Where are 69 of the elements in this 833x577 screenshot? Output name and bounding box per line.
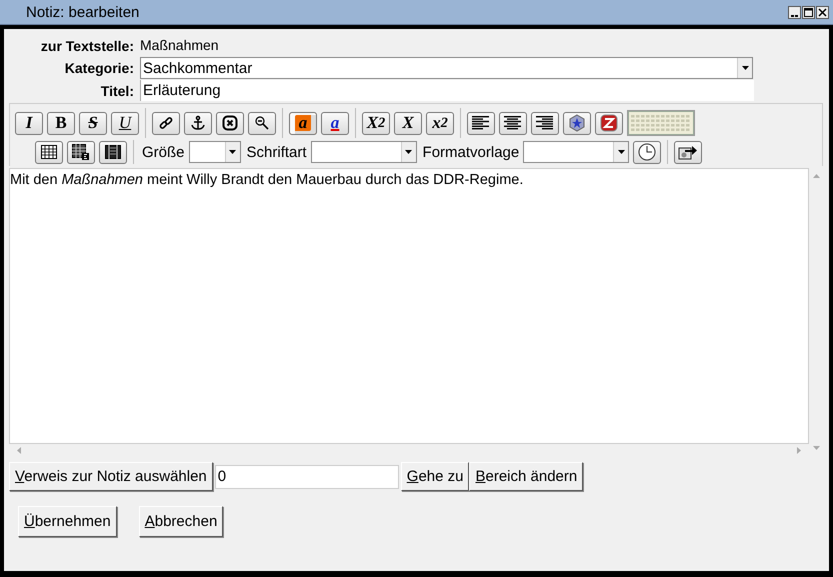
scroll-left-icon	[17, 446, 21, 454]
reference-field[interactable]: 0	[214, 464, 399, 488]
title-field[interactable]: Erläuterung	[140, 80, 754, 101]
size-label: Größe	[142, 144, 185, 160]
format-button[interactable]: a	[289, 112, 317, 134]
clock-button[interactable]	[633, 140, 662, 164]
toolbar-button[interactable]	[216, 112, 244, 134]
apply-button[interactable]: Übernehmen	[18, 506, 117, 537]
letter-badge-icon	[600, 114, 618, 132]
minimize-icon	[791, 14, 798, 16]
format-button[interactable]: B	[47, 112, 75, 134]
format-button[interactable]: a	[321, 112, 349, 134]
field-label: Kategorie:	[64, 60, 134, 76]
maximize-icon	[804, 8, 813, 17]
close-button[interactable]	[816, 6, 829, 19]
scroll-right-icon	[797, 446, 801, 454]
format-button[interactable]: X	[394, 112, 422, 134]
star-badge-icon	[568, 114, 586, 132]
table-button[interactable]	[35, 140, 63, 164]
scroll-down-icon	[812, 446, 820, 450]
dropdown-arrow-icon	[618, 150, 625, 154]
export-button[interactable]	[674, 140, 702, 164]
toolbar-button[interactable]	[531, 112, 559, 134]
field-label: Titel:	[100, 82, 134, 98]
change-range-button[interactable]: Bereich ändern	[469, 462, 584, 491]
field-label: zur Textstelle:	[40, 38, 134, 54]
align-left-icon	[472, 116, 490, 130]
table-button[interactable]	[99, 140, 127, 164]
close-icon	[222, 115, 238, 131]
minimize-button[interactable]	[788, 6, 801, 19]
cancel-button[interactable]: Abbrechen	[138, 506, 224, 537]
format-button[interactable]: I	[15, 112, 43, 134]
window-title: Notiz: bearbeiten	[26, 4, 140, 20]
link-icon	[158, 115, 174, 131]
export-icon	[678, 144, 698, 160]
toolbar-button[interactable]	[248, 112, 276, 134]
note-text: Mit den Maßnahmen meint Willy Brandt den Mauerbau durch das DDR-Regime.	[10, 172, 524, 188]
dropdown-arrow-icon	[229, 150, 236, 154]
select-reference-button[interactable]: Verweis zur Notiz auswählen	[9, 462, 213, 491]
align-right-icon	[536, 116, 554, 130]
goto-button[interactable]: Gehe zu	[400, 462, 470, 491]
table-button[interactable]	[67, 140, 95, 164]
format-button[interactable]: U	[111, 112, 139, 134]
font-dropdown[interactable]	[310, 141, 417, 163]
size-dropdown[interactable]	[188, 141, 241, 163]
toolbar-button[interactable]	[152, 112, 180, 134]
reference-text: Maßnahmen	[140, 36, 220, 55]
dropdown-arrow-icon	[742, 66, 748, 70]
columns-icon	[105, 145, 121, 159]
toolbar-button[interactable]	[184, 112, 212, 134]
search-icon	[254, 115, 270, 131]
close-icon	[818, 8, 827, 17]
table-edit-icon	[72, 144, 90, 160]
align-center-icon	[504, 116, 522, 130]
format-button[interactable]: S	[79, 112, 107, 134]
scroll-up-icon	[812, 174, 820, 178]
dropdown-arrow-icon	[405, 150, 412, 154]
font-label: Schriftart	[246, 144, 307, 160]
table-icon	[41, 145, 57, 159]
maximize-button[interactable]	[802, 6, 815, 19]
toolbar-button[interactable]	[499, 112, 527, 134]
anchor-icon	[190, 115, 206, 131]
toolbar-button[interactable]	[467, 112, 495, 134]
style-label: Formatvorlage	[422, 144, 520, 160]
category-dropdown[interactable]: Sachkommentar	[140, 57, 753, 79]
toolbar-button[interactable]	[563, 112, 591, 134]
toolbar-button[interactable]	[595, 112, 623, 134]
clock-icon	[638, 143, 656, 161]
keyboard-icon	[628, 111, 694, 135]
